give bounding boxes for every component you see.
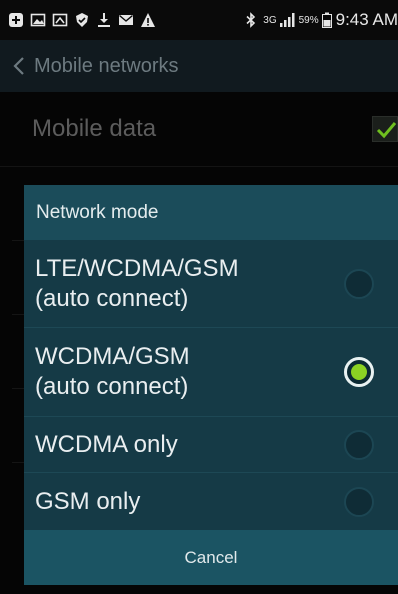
checkmark-icon bbox=[376, 122, 397, 139]
option-label: GSM only bbox=[35, 487, 141, 515]
bluetooth-icon bbox=[243, 12, 259, 28]
option-lte-wcdma-gsm[interactable]: LTE/WCDMA/GSM (auto connect) bbox=[24, 240, 398, 328]
screenshot-icon bbox=[52, 12, 68, 28]
radio-dot bbox=[351, 364, 367, 380]
dialog-title: Network mode bbox=[36, 201, 159, 223]
clock: 9:43 AM bbox=[335, 10, 398, 29]
option-label: LTE/WCDMA/GSM (auto connect) bbox=[35, 254, 239, 312]
warning-icon bbox=[140, 12, 156, 28]
radio-button-selected[interactable] bbox=[344, 357, 374, 387]
signal-icon bbox=[279, 12, 295, 28]
option-label: WCDMA only bbox=[35, 430, 178, 458]
download-icon bbox=[96, 12, 112, 28]
radio-button[interactable] bbox=[344, 429, 374, 460]
option-wcdma-only[interactable]: WCDMA only bbox=[24, 417, 398, 473]
option-wcdma-gsm[interactable]: WCDMA/GSM (auto connect) bbox=[24, 328, 398, 417]
option-gsm-only[interactable]: GSM only bbox=[24, 473, 398, 530]
phone-screen: 3G 59% 9:43 AM Mobile networks Mobile da… bbox=[0, 0, 398, 594]
dialog-header: Network mode bbox=[24, 185, 398, 240]
mobile-data-checkbox bbox=[372, 116, 398, 142]
system-status: 3G 59% 9:43 AM bbox=[237, 10, 398, 30]
cancel-label: Cancel bbox=[184, 547, 238, 567]
plus-icon bbox=[8, 12, 24, 28]
notification-icons bbox=[0, 12, 156, 28]
mobile-data-row: Mobile data bbox=[0, 92, 398, 167]
status-bar: 3G 59% 9:43 AM bbox=[0, 0, 398, 40]
network-mode-dialog: Network mode LTE/WCDMA/GSM (auto connect… bbox=[24, 185, 398, 585]
chevron-left-icon[interactable] bbox=[12, 56, 26, 76]
page-title[interactable]: Mobile networks bbox=[34, 55, 179, 78]
radio-button[interactable] bbox=[344, 268, 374, 299]
cancel-button[interactable]: Cancel bbox=[24, 530, 398, 585]
battery-icon bbox=[321, 12, 332, 28]
shield-icon bbox=[74, 12, 90, 28]
mail-icon bbox=[118, 12, 134, 28]
option-label: WCDMA/GSM (auto connect) bbox=[35, 343, 190, 400]
mobile-data-label: Mobile data bbox=[32, 115, 157, 142]
network-type-label: 3G bbox=[263, 14, 277, 26]
action-bar: Mobile networks bbox=[0, 40, 398, 92]
gallery-icon bbox=[30, 12, 46, 28]
battery-percent: 59% bbox=[298, 14, 319, 26]
radio-button[interactable] bbox=[344, 486, 374, 517]
